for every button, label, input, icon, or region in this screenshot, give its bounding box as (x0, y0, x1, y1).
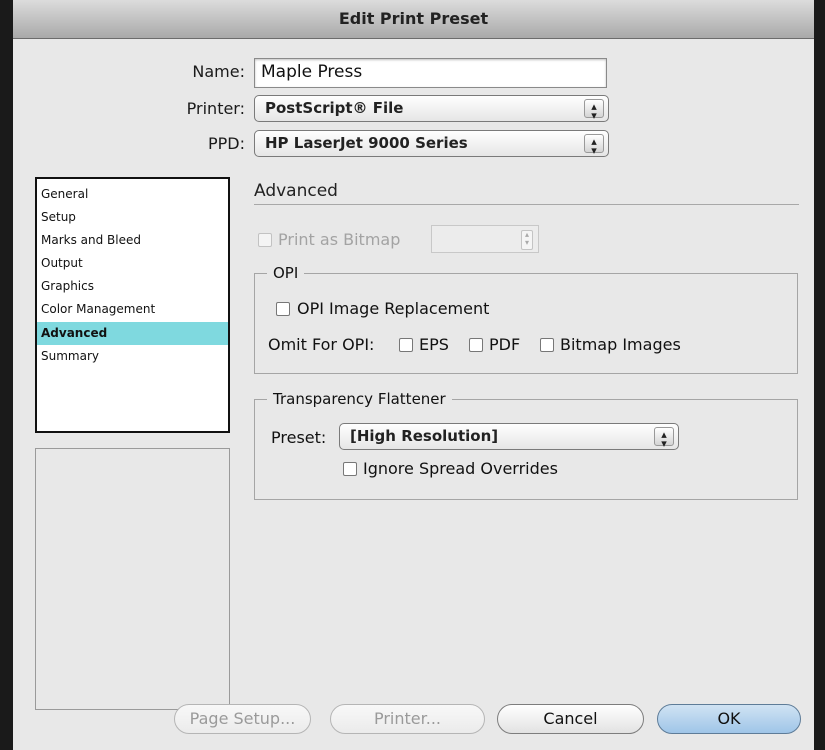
ignore-spread-overrides-label: Ignore Spread Overrides (363, 459, 558, 478)
list-item-graphics[interactable]: Graphics (37, 275, 228, 298)
transparency-flattener-group-label: Transparency Flattener (267, 390, 452, 408)
printer-select-value: PostScript® File (265, 99, 404, 117)
list-item-general[interactable]: General (37, 183, 228, 206)
omit-bitmap-images-label: Bitmap Images (560, 335, 681, 354)
omit-for-opi-label: Omit For OPI: (268, 335, 375, 354)
name-field[interactable]: Maple Press (254, 58, 607, 88)
opi-image-replacement-checkbox[interactable] (276, 302, 290, 316)
omit-pdf-checkbox[interactable] (469, 338, 483, 352)
omit-pdf-label: PDF (489, 335, 521, 354)
ppd-label: PPD: (207, 134, 245, 153)
updown-arrows-icon: ▴ ▾ (654, 427, 674, 449)
opi-group-label: OPI (267, 264, 305, 282)
preview-panel (35, 448, 230, 710)
category-list[interactable]: General Setup Marks and Bleed Output Gra… (35, 177, 230, 433)
list-item-color-management[interactable]: Color Management (37, 298, 228, 321)
bitmap-resolution-stepper[interactable]: ▴ ▾ (431, 225, 539, 253)
name-label: Name: (192, 62, 245, 81)
stepper-arrows-icon: ▴ ▾ (521, 230, 533, 250)
printer-button[interactable]: Printer... (330, 704, 485, 734)
flattener-preset-select[interactable]: [High Resolution] ▴ ▾ (339, 423, 679, 450)
updown-arrows-icon: ▴ ▾ (584, 134, 604, 156)
updown-arrows-icon: ▴ ▾ (584, 99, 604, 121)
opi-image-replacement-label: OPI Image Replacement (297, 299, 490, 318)
heading-divider (254, 204, 799, 205)
list-item-advanced[interactable]: Advanced (37, 322, 228, 345)
ppd-select-value: HP LaserJet 9000 Series (265, 134, 468, 152)
panel-heading: Advanced (254, 181, 338, 201)
flattener-preset-value: [High Resolution] (350, 427, 499, 445)
preset-label: Preset: (271, 428, 327, 447)
list-item-marks-and-bleed[interactable]: Marks and Bleed (37, 229, 228, 252)
page-setup-button[interactable]: Page Setup... (174, 704, 311, 734)
window-title: Edit Print Preset (13, 0, 814, 39)
omit-bitmap-images-checkbox[interactable] (540, 338, 554, 352)
list-item-output[interactable]: Output (37, 252, 228, 275)
omit-eps-checkbox[interactable] (399, 338, 413, 352)
ppd-select[interactable]: HP LaserJet 9000 Series ▴ ▾ (254, 130, 609, 157)
cancel-button[interactable]: Cancel (497, 704, 644, 734)
ignore-spread-overrides-checkbox[interactable] (343, 462, 357, 476)
list-item-setup[interactable]: Setup (37, 206, 228, 229)
omit-eps-label: EPS (419, 335, 449, 354)
edit-print-preset-dialog: Edit Print Preset Name: Maple Press Prin… (13, 0, 814, 750)
printer-select[interactable]: PostScript® File ▴ ▾ (254, 95, 609, 122)
print-as-bitmap-label: Print as Bitmap (278, 230, 401, 249)
ok-button[interactable]: OK (657, 704, 801, 734)
list-item-summary[interactable]: Summary (37, 345, 228, 368)
opi-group (254, 273, 798, 374)
print-as-bitmap-checkbox[interactable] (258, 233, 272, 247)
printer-label: Printer: (186, 99, 245, 118)
